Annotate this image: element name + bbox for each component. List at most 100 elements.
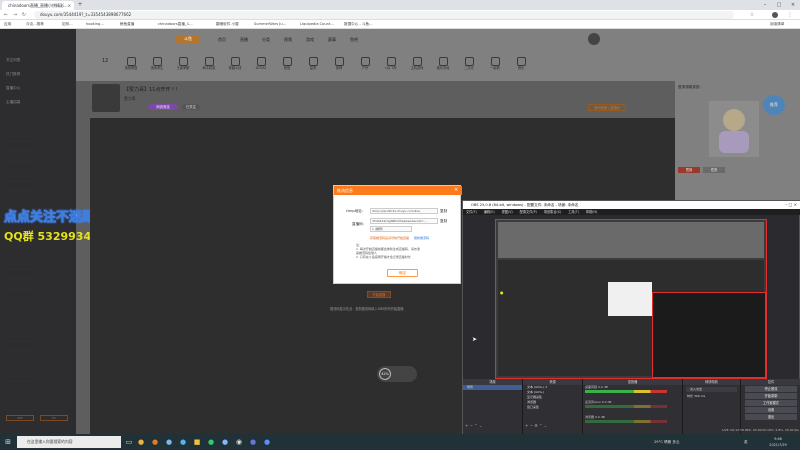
- obs-menu-item[interactable]: 文件(F): [466, 210, 477, 214]
- app-icon[interactable]: ●: [220, 437, 230, 447]
- app-icon[interactable]: ●: [150, 437, 160, 447]
- bookmark-item[interactable]: 翻墙软件 小屋: [216, 20, 239, 29]
- source-item[interactable]: 窗口采集: [523, 405, 582, 410]
- category-nav-item[interactable]: 主机游戏: [406, 57, 428, 71]
- nav-link[interactable]: 赛事: [328, 37, 336, 43]
- app-icon[interactable]: ●: [262, 437, 272, 447]
- dock-add-icon[interactable]: + − ⚙ ⌃ ⌄: [525, 423, 547, 428]
- scene-item[interactable]: 场景: [463, 385, 522, 390]
- nav-link[interactable]: 首页: [218, 37, 226, 43]
- app-icon[interactable]: ●: [136, 437, 146, 447]
- category-nav-item[interactable]: 英雄联盟: [120, 57, 142, 71]
- notice-link[interactable]: 获取推流码后请尽快开始直播: [370, 236, 409, 240]
- sign-in-button[interactable]: 签到: [678, 167, 700, 173]
- reading-list[interactable]: 阅读清单: [770, 20, 784, 29]
- category-nav-item[interactable]: 穿越火线: [224, 57, 246, 71]
- app-icon[interactable]: ●: [248, 437, 258, 447]
- follow-button[interactable]: 已关注: [182, 104, 200, 110]
- nav-link[interactable]: 鱼吧: [350, 37, 358, 43]
- promo-badge[interactable]: 推荐: [763, 95, 785, 115]
- copy-rtmp-button[interactable]: 复制: [440, 209, 447, 214]
- category-nav-item[interactable]: 星秀: [302, 57, 324, 71]
- close-window-icon[interactable]: ×: [786, 0, 800, 10]
- duration-value[interactable]: 300 ms: [694, 394, 705, 398]
- bookmark-item[interactable]: 数据中心 - 斗鱼...: [344, 20, 373, 29]
- site-logo[interactable]: 斗鱼: [176, 35, 200, 43]
- nav-link[interactable]: 直播: [240, 37, 248, 43]
- room-manage-button[interactable]: 房间管理 | 直播间: [588, 104, 626, 111]
- bookmark-item[interactable]: 众议...推荐: [26, 20, 44, 29]
- category-badge[interactable]: 网游竞技: [148, 104, 178, 110]
- new-tab-button[interactable]: +: [76, 1, 84, 9]
- streamer-avatar[interactable]: [92, 84, 120, 112]
- taskbar-search[interactable]: 在这里输入你要搜索的内容: [17, 436, 121, 448]
- sidebar-item[interactable]: 关注列表: [6, 57, 70, 63]
- ime-indicator[interactable]: 英: [744, 434, 748, 450]
- category-nav-item[interactable]: 绝地求生: [146, 57, 168, 71]
- bookmark-item[interactable]: SummerWars Ju...: [254, 20, 286, 29]
- category-nav-item[interactable]: 一起看: [484, 57, 506, 71]
- sidebar-item[interactable]: 直播中心: [6, 85, 70, 91]
- exit-button[interactable]: 退出: [745, 414, 797, 420]
- confirm-button[interactable]: 确定: [387, 269, 418, 277]
- category-nav-item[interactable]: 二次元: [458, 57, 480, 71]
- streamer-name[interactable]: 赞力哥: [124, 96, 135, 102]
- menu-dots-icon[interactable]: ⋮: [786, 10, 794, 20]
- app-icon[interactable]: ●: [164, 437, 174, 447]
- rtmp-field[interactable]: rtmp://sendtc3a.douyu.com/live: [370, 208, 438, 214]
- bookmark-item[interactable]: Liquipedia Count...: [300, 20, 334, 29]
- sidebar-promo-button[interactable]: PC: [40, 415, 68, 421]
- sidebar-item[interactable]: 热门推荐: [6, 71, 70, 77]
- stop-stream-button[interactable]: 停止推流: [745, 386, 797, 392]
- studio-mode-button[interactable]: 工作室模式: [745, 400, 797, 406]
- settings-button[interactable]: 设置: [745, 407, 797, 413]
- forward-icon[interactable]: →: [11, 10, 19, 20]
- bookmark-item[interactable]: 鲸鱼直播: [120, 20, 134, 29]
- login-hint[interactable]: 登录领取奖励: [678, 85, 700, 90]
- refresh-code-link[interactable]: 刷新推流码: [414, 236, 429, 240]
- browser-tab-active[interactable]: chinadoors直播_直播小饼精彩... ×: [2, 1, 74, 10]
- audio-meter[interactable]: [585, 420, 667, 423]
- task-view-icon[interactable]: ▭: [124, 437, 134, 447]
- avatar[interactable]: [770, 10, 780, 20]
- category-nav-item[interactable]: 原神: [328, 57, 350, 71]
- app-icon[interactable]: ●: [178, 437, 188, 447]
- sidebar-item[interactable]: 主播招募: [6, 99, 70, 105]
- audio-meter[interactable]: [585, 405, 667, 408]
- copy-code-button[interactable]: 复制: [440, 219, 447, 224]
- obs-window-controls[interactable]: – □ ×: [763, 201, 799, 209]
- category-nav-item[interactable]: DOTA2: [250, 57, 272, 71]
- obs-taskbar-icon[interactable]: ◉: [234, 437, 244, 447]
- obs-menu-item[interactable]: 配置文件(P): [520, 210, 537, 214]
- obs-menu-item[interactable]: 场景集合(S): [544, 210, 561, 214]
- clock[interactable]: 9:46 2021/7/29: [760, 436, 796, 448]
- reload-icon[interactable]: ↻: [20, 10, 28, 20]
- bookmark-item[interactable]: 应用: [4, 20, 11, 29]
- bookmark-item[interactable]: 如何...: [62, 20, 73, 29]
- obs-menu-item[interactable]: 编辑(E): [484, 210, 495, 214]
- windows-start-icon[interactable]: ⊞: [3, 437, 13, 447]
- bookmark-item[interactable]: chinadoors直播_C...: [158, 20, 193, 29]
- folder-icon[interactable]: ■: [192, 437, 202, 447]
- star-icon[interactable]: ☆: [748, 10, 756, 20]
- category-nav-item[interactable]: 户外: [354, 57, 376, 71]
- back-icon[interactable]: ←: [2, 10, 10, 20]
- category-nav-item[interactable]: 和平精英: [198, 57, 220, 71]
- weather-widget[interactable]: 29°C 晴朗 多云: [654, 434, 680, 450]
- line-select[interactable]: 1 (推荐): [370, 226, 412, 232]
- volume-widget[interactable]: 42%: [377, 366, 417, 382]
- obs-menu-item[interactable]: 工具(T): [568, 210, 579, 214]
- category-nav-item[interactable]: 王者荣耀: [172, 57, 194, 71]
- obs-menu-item[interactable]: 视图(V): [502, 210, 513, 214]
- obs-menu-item[interactable]: 帮助(H): [586, 210, 597, 214]
- close-icon[interactable]: ×: [68, 1, 71, 10]
- category-nav-item[interactable]: 娱乐天地: [432, 57, 454, 71]
- browser-icon[interactable]: ●: [206, 437, 216, 447]
- category-nav-item[interactable]: 音乐: [510, 57, 532, 71]
- category-nav-item[interactable]: 颜值: [276, 57, 298, 71]
- user-avatar[interactable]: [588, 33, 600, 45]
- nav-link[interactable]: 游戏: [306, 37, 314, 43]
- bookmark-item[interactable]: hooking...: [86, 20, 104, 29]
- task-button[interactable]: 任务: [703, 167, 725, 173]
- transition-select[interactable]: 淡入淡出: [686, 387, 737, 392]
